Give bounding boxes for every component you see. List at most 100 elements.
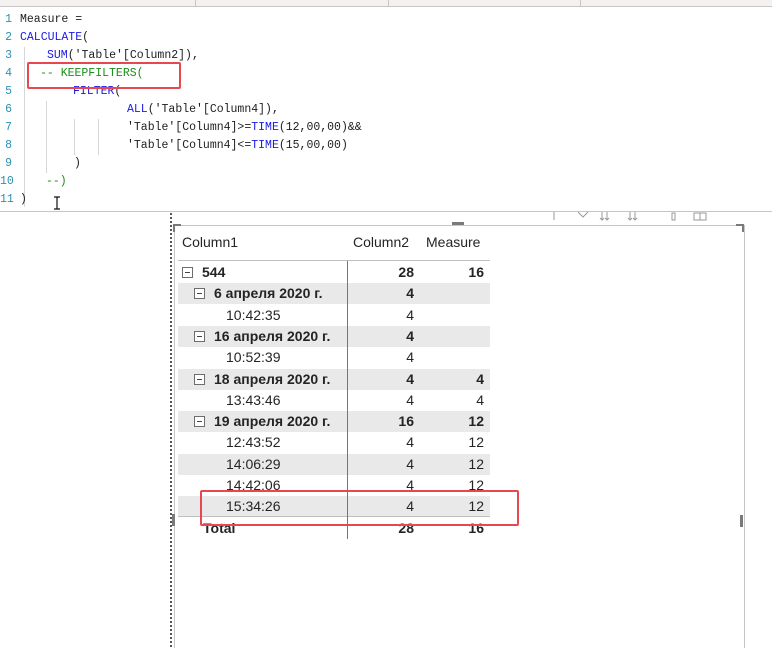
ribbon-separator bbox=[580, 0, 581, 6]
matrix-group-row[interactable]: 544 28 16 bbox=[178, 262, 490, 283]
matrix-leaf-row: 13:43:46 4 4 bbox=[178, 390, 490, 411]
cell-column2: 4 bbox=[406, 349, 414, 366]
code-text: 'Table'[Column4]<= bbox=[127, 139, 252, 152]
row-label: 16 апреля 2020 г. bbox=[214, 327, 331, 344]
matrix-group-row[interactable]: 18 апреля 2020 г. 4 4 bbox=[178, 368, 490, 390]
header-divider bbox=[178, 260, 490, 261]
cell-measure: 12 bbox=[468, 413, 484, 430]
column-header-column2[interactable]: Column2 bbox=[353, 228, 409, 260]
code-line-7: 'Table'[Column4]>=TIME(12,00,00)&& bbox=[127, 119, 362, 137]
focus-mode-icon[interactable] bbox=[692, 212, 706, 222]
cell-column2: 4 bbox=[406, 391, 414, 408]
cell-column2: 4 bbox=[406, 306, 414, 323]
row-label: 13:43:46 bbox=[226, 391, 281, 408]
indent-guide bbox=[46, 101, 47, 173]
matrix-group-row[interactable]: 19 апреля 2020 г. 16 12 bbox=[178, 411, 490, 433]
highlight-box bbox=[200, 490, 519, 526]
highlight-box bbox=[27, 62, 181, 89]
line-number: 5 bbox=[5, 85, 12, 98]
cell-measure: 16 bbox=[468, 264, 484, 280]
ribbon-strip bbox=[0, 0, 772, 7]
code-comment: --) bbox=[46, 175, 67, 188]
line-number: 9 bbox=[5, 157, 12, 170]
expand-collapse-icon[interactable] bbox=[194, 330, 205, 342]
row-label: 19 апреля 2020 г. bbox=[214, 413, 331, 430]
cell-column2: 16 bbox=[398, 413, 414, 430]
cell-column2: 28 bbox=[398, 264, 414, 280]
canvas-dotted-edge bbox=[170, 213, 172, 647]
code-line-2: CALCULATE( bbox=[20, 29, 89, 47]
line-number: 1 bbox=[5, 13, 12, 26]
column-header-measure[interactable]: Measure bbox=[426, 228, 480, 260]
code-text: Measure = bbox=[20, 13, 83, 26]
row-label: 10:42:35 bbox=[226, 306, 281, 323]
matrix-group-row[interactable]: 16 апреля 2020 г. 4 bbox=[178, 325, 490, 347]
row-label: 18 апреля 2020 г. bbox=[214, 370, 331, 387]
row-label: 14:06:29 bbox=[226, 455, 281, 472]
code-function: ALL bbox=[127, 103, 148, 116]
code-text: 'Table'[Column4]>= bbox=[127, 121, 252, 134]
corner-handle[interactable] bbox=[736, 224, 744, 232]
row-label: 10:52:39 bbox=[226, 349, 281, 366]
expand-collapse-icon[interactable] bbox=[182, 267, 193, 278]
code-function: SUM bbox=[47, 49, 68, 62]
resize-handle-right[interactable] bbox=[740, 515, 743, 527]
indent-guide bbox=[98, 119, 99, 155]
code-line-11: ) bbox=[20, 191, 27, 209]
code-line-8: 'Table'[Column4]<=TIME(15,00,00) bbox=[127, 137, 348, 155]
cell-column2: 4 bbox=[406, 370, 414, 387]
code-text: ) bbox=[20, 193, 27, 206]
resize-handle-top[interactable] bbox=[452, 222, 464, 225]
code-line-6: ALL('Table'[Column4]), bbox=[127, 101, 279, 119]
code-text: (15,00,00) bbox=[278, 139, 348, 152]
row-label: 544 bbox=[202, 264, 226, 280]
line-number: 11 bbox=[0, 193, 14, 206]
line-number: 8 bbox=[5, 139, 12, 152]
code-text: ('Table'[Column4]), bbox=[147, 103, 279, 116]
filter-icon[interactable] bbox=[572, 212, 592, 222]
ribbon-separator bbox=[195, 0, 196, 6]
line-number: 7 bbox=[5, 121, 12, 134]
code-function: TIME bbox=[251, 139, 279, 152]
code-text: (12,00,00)&& bbox=[278, 121, 362, 134]
ribbon-separator bbox=[388, 0, 389, 6]
corner-handle[interactable] bbox=[173, 224, 181, 232]
code-function: CALCULATE bbox=[20, 31, 83, 44]
code-text: ) bbox=[74, 157, 81, 170]
i-beam-cursor-icon bbox=[54, 196, 60, 210]
matrix-leaf-row: 14:06:29 4 12 bbox=[178, 453, 490, 475]
row-label: 12:43:52 bbox=[226, 434, 281, 451]
cell-column2: 4 bbox=[406, 434, 414, 451]
line-number: 10 bbox=[0, 175, 14, 188]
row-label: 6 апреля 2020 г. bbox=[214, 285, 323, 302]
expand-collapse-icon[interactable] bbox=[194, 288, 205, 300]
expand-collapse-icon[interactable] bbox=[194, 373, 205, 385]
cell-measure: 4 bbox=[476, 391, 484, 408]
line-number: 6 bbox=[5, 103, 12, 116]
sort-icon[interactable] bbox=[598, 212, 610, 222]
matrix-leaf-row: 10:42:35 4 bbox=[178, 305, 490, 326]
matrix-group-row[interactable]: 6 апреля 2020 г. 4 bbox=[178, 283, 490, 305]
code-text: ('Table'[Column2]), bbox=[67, 49, 199, 62]
resize-handle-left[interactable] bbox=[172, 514, 175, 526]
line-number: 3 bbox=[5, 49, 12, 62]
code-text: ( bbox=[82, 31, 90, 44]
matrix-leaf-row: 12:43:52 4 12 bbox=[178, 432, 490, 453]
cell-measure: 12 bbox=[468, 455, 484, 472]
code-line-10: --) bbox=[46, 173, 67, 191]
code-line-1: Measure = bbox=[20, 11, 82, 29]
line-number: 4 bbox=[5, 67, 12, 80]
matrix-leaf-row: 10:52:39 4 bbox=[178, 347, 490, 368]
code-function: TIME bbox=[251, 121, 279, 134]
expand-collapse-icon[interactable] bbox=[194, 416, 205, 428]
line-number-gutter: 1 2 3 4 5 6 7 8 9 10 11 bbox=[0, 7, 18, 212]
formula-editor[interactable]: 1 2 3 4 5 6 7 8 9 10 11 Measure = CALCUL… bbox=[0, 7, 772, 212]
line-number: 2 bbox=[5, 31, 12, 44]
cell-measure: 4 bbox=[476, 370, 484, 387]
column-header-column1[interactable]: Column1 bbox=[182, 228, 238, 260]
cell-measure: 12 bbox=[468, 434, 484, 451]
cell-column2: 4 bbox=[406, 327, 414, 344]
cell-column2: 4 bbox=[406, 455, 414, 472]
indent-guide bbox=[74, 119, 75, 155]
code-line-9: ) bbox=[74, 155, 81, 173]
